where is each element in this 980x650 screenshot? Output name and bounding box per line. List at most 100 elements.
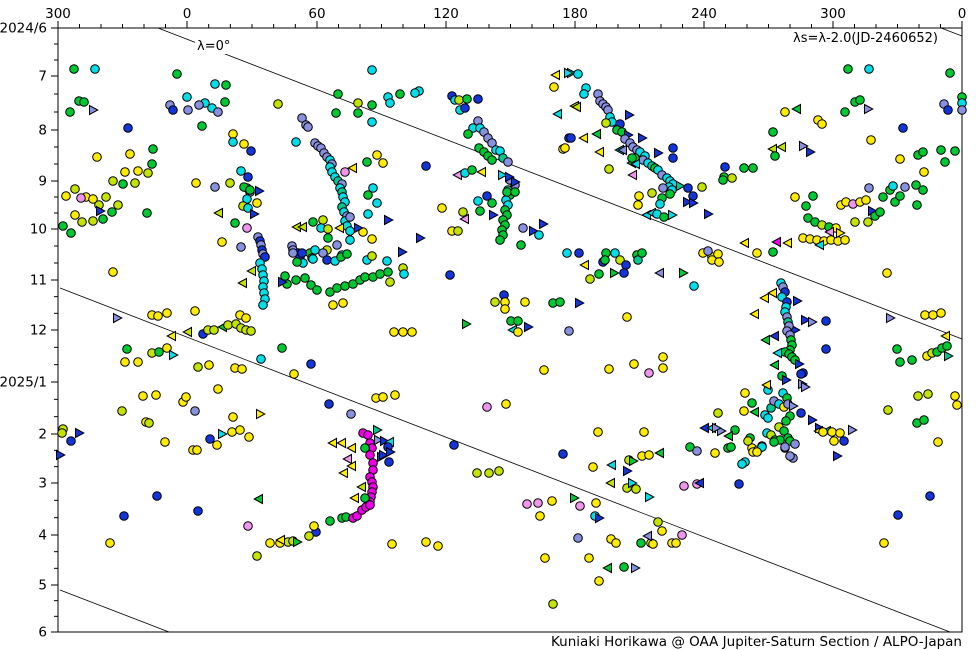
data-point — [896, 155, 905, 164]
data-point — [173, 70, 182, 79]
data-point — [559, 450, 568, 459]
data-point — [914, 392, 923, 401]
data-point — [210, 326, 219, 335]
data-point — [841, 108, 850, 117]
data-point — [648, 189, 657, 198]
data-point — [640, 428, 649, 437]
data-point — [669, 154, 678, 163]
data-point — [908, 356, 917, 365]
data-point — [525, 323, 533, 332]
data-point — [347, 444, 355, 453]
data-point — [76, 429, 84, 438]
data-point — [149, 145, 158, 154]
data-point — [693, 447, 702, 456]
data-point — [612, 539, 621, 548]
data-point — [620, 563, 629, 572]
data-point — [169, 106, 178, 115]
data-point — [238, 365, 247, 374]
data-point — [364, 210, 373, 219]
longitude-formula-label: λs=λ-2.0(JD-2460652) — [791, 31, 940, 46]
data-point — [797, 409, 806, 418]
data-point — [144, 169, 153, 178]
data-point — [937, 146, 946, 155]
data-point — [214, 108, 223, 117]
data-point — [228, 428, 237, 437]
data-point — [368, 66, 377, 75]
data-point — [369, 184, 378, 193]
data-point — [659, 353, 668, 362]
data-point — [645, 369, 654, 378]
data-point — [483, 403, 492, 412]
data-point — [298, 249, 307, 258]
data-point — [571, 494, 579, 503]
data-point — [205, 361, 214, 370]
data-point — [468, 166, 477, 175]
data-point — [830, 437, 839, 446]
data-point — [346, 236, 355, 245]
data-point — [244, 522, 253, 531]
data-point — [920, 416, 929, 425]
data-point — [865, 184, 874, 193]
x-tick-label: 0 — [958, 6, 967, 22]
data-point — [218, 238, 227, 247]
data-point — [324, 234, 333, 243]
data-point — [659, 184, 668, 193]
data-point — [311, 246, 320, 255]
data-point — [934, 438, 943, 447]
data-point — [595, 148, 603, 157]
data-point — [836, 429, 845, 438]
data-point — [191, 307, 200, 316]
data-point — [411, 89, 420, 98]
data-point — [862, 196, 871, 205]
data-point — [749, 164, 758, 173]
data-point — [332, 109, 341, 118]
data-point — [550, 83, 559, 92]
data-point — [67, 229, 76, 238]
data-point — [540, 366, 549, 375]
data-point — [307, 360, 316, 369]
data-point — [666, 190, 675, 199]
data-point — [346, 227, 355, 236]
data-point — [67, 437, 76, 446]
data-point — [828, 428, 837, 437]
data-point — [753, 249, 762, 258]
data-point — [913, 201, 922, 210]
data-point — [791, 440, 800, 449]
x-tick-label: 60 — [308, 6, 325, 22]
data-point — [944, 106, 953, 115]
data-point — [58, 429, 67, 438]
data-point — [446, 271, 455, 280]
data-point — [809, 318, 817, 327]
data-point — [819, 428, 828, 437]
data-point — [565, 327, 574, 336]
data-point — [476, 207, 485, 216]
data-point — [364, 431, 373, 440]
data-point — [809, 192, 818, 201]
data-point — [867, 136, 876, 145]
data-point — [121, 358, 130, 367]
data-point — [887, 314, 895, 323]
data-point — [876, 208, 885, 217]
data-point — [563, 249, 572, 258]
data-point — [638, 249, 647, 258]
data-point — [326, 517, 335, 526]
data-point — [254, 495, 262, 504]
x-tick-label: 180 — [562, 6, 588, 22]
data-point — [354, 99, 363, 108]
data-point — [145, 419, 154, 428]
data-point — [741, 389, 750, 398]
data-point — [753, 448, 762, 457]
data-point — [605, 165, 614, 174]
data-point — [769, 248, 778, 257]
data-point — [561, 144, 570, 153]
credit-text: Kuniaki Horikawa @ OAA Jupiter-Saturn Se… — [549, 634, 964, 650]
y-tick-label: 4 — [38, 528, 47, 544]
y-tick-label: 10 — [30, 222, 47, 238]
data-point — [454, 227, 463, 236]
data-point — [385, 216, 393, 225]
data-point — [921, 311, 930, 320]
data-point — [399, 328, 408, 337]
data-point — [237, 167, 246, 176]
data-point — [844, 65, 853, 74]
data-point — [373, 199, 382, 208]
